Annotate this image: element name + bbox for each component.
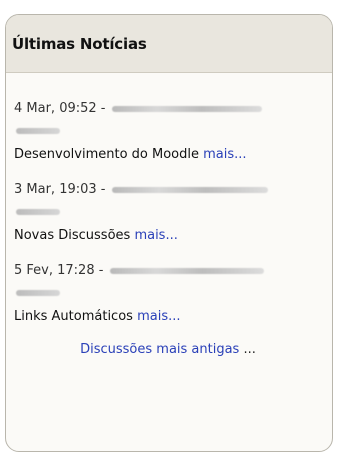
more-link[interactable]: mais... (137, 309, 180, 324)
news-subject: Novas Discussões mais... (14, 227, 322, 245)
news-date: 4 Mar, 09:52 - (14, 101, 106, 116)
news-subject-text: Links Automáticos (14, 309, 133, 324)
news-subject-text: Novas Discussões (14, 228, 131, 243)
news-item: 5 Fev, 17:28 - Links Automáticos mais... (14, 261, 322, 326)
more-link[interactable]: mais... (203, 147, 246, 162)
news-subject: Desenvolvimento do Moodle mais... (14, 146, 322, 164)
author-surname-redacted (16, 128, 60, 134)
older-discussions-link[interactable]: Discussões mais antigas (80, 342, 239, 357)
news-subject: Links Automáticos mais... (14, 308, 322, 326)
news-block: Últimas Notícias 4 Mar, 09:52 - Desenvol… (5, 14, 333, 452)
author-name-redacted (111, 105, 262, 112)
author-surname-redacted (16, 290, 60, 296)
author-name-redacted (109, 267, 264, 274)
news-meta: 5 Fev, 17:28 - (14, 261, 322, 281)
news-item: 4 Mar, 09:52 - Desenvolvimento do Moodle… (14, 99, 322, 164)
author-name-redacted (111, 186, 268, 193)
news-meta: 3 Mar, 19:03 - (14, 180, 322, 200)
news-meta: 4 Mar, 09:52 - (14, 99, 322, 119)
older-discussions: Discussões mais antigas ... (14, 342, 322, 357)
older-ellipsis: ... (243, 342, 256, 357)
block-title: Últimas Notícias (12, 35, 147, 53)
news-date: 3 Mar, 19:03 - (14, 182, 106, 197)
news-date: 5 Fev, 17:28 - (14, 263, 104, 278)
author-surname-redacted (16, 209, 60, 215)
more-link[interactable]: mais... (134, 228, 177, 243)
news-list: 4 Mar, 09:52 - Desenvolvimento do Moodle… (6, 73, 332, 357)
news-item: 3 Mar, 19:03 - Novas Discussões mais... (14, 180, 322, 245)
news-subject-text: Desenvolvimento do Moodle (14, 147, 199, 162)
block-header: Últimas Notícias (6, 15, 332, 73)
